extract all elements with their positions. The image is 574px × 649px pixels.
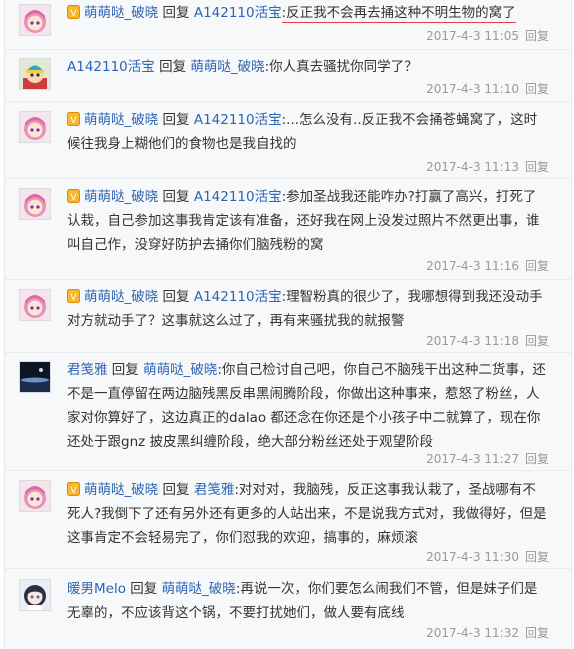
pink-hair-anime-girl-icon (20, 189, 50, 219)
list-item: 暖男Melo 回复 萌萌哒_破晓:再说一次，你们要怎么闹我们不管，但是妹子们是无… (5, 569, 571, 649)
username[interactable]: 萌萌哒_破晓 (84, 189, 158, 205)
username[interactable]: 萌萌哒_破晓 (84, 482, 158, 498)
reply-text: :你自己检讨自己吧，你自己不脑残干出这种二货事，还不是一直停留在两边脑残黑反串黑… (67, 362, 546, 450)
reply-button[interactable]: 回复 (525, 160, 549, 174)
svg-text:V: V (70, 293, 77, 303)
avatar[interactable] (19, 361, 51, 393)
reply-word: 回复 (162, 5, 190, 21)
reply-meta: 2017-4-3 11:13 回复 (426, 159, 549, 175)
reply-button[interactable]: 回复 (525, 334, 549, 348)
avatar[interactable] (19, 4, 51, 36)
reply-word: 回复 (159, 59, 187, 75)
svg-text:V: V (70, 116, 77, 126)
reply-target[interactable]: A142110活宝 (194, 189, 282, 205)
avatar[interactable] (19, 289, 51, 321)
reply-button[interactable]: 回复 (525, 452, 549, 466)
pink-hair-anime-girl-icon (20, 112, 50, 142)
pink-hair-anime-girl-icon (20, 5, 50, 35)
username[interactable]: 萌萌哒_破晓 (84, 5, 158, 21)
reply-meta: 2017-4-3 11:16 回复 (426, 258, 549, 274)
timestamp: 2017-4-3 11:13 (426, 160, 519, 174)
reply-meta: 2017-4-3 11:18 回复 (426, 333, 549, 349)
list-item: V 萌萌哒_破晓 回复 A142110活宝:反正我不会再去捅这种不明生物的窝了 2… (5, 0, 571, 50)
username[interactable]: 君笺雅 (67, 362, 108, 378)
timestamp: 2017-4-3 11:27 (426, 452, 519, 466)
avatar[interactable] (19, 480, 51, 512)
pink-hair-anime-girl-icon (20, 481, 50, 511)
reply-word: 回复 (162, 289, 190, 305)
vip-badge-icon: V (67, 289, 80, 303)
reply-meta: 2017-4-3 11:32 回复 (426, 625, 549, 641)
reply-word: 回复 (130, 581, 158, 597)
avatar[interactable] (19, 579, 51, 611)
reply-button[interactable]: 回复 (525, 29, 549, 43)
reply-thread: V 萌萌哒_破晓 回复 A142110活宝:反正我不会再去捅这种不明生物的窝了 2… (4, 0, 572, 649)
vip-badge-icon: V (67, 189, 80, 203)
reply-target[interactable]: 萌萌哒_破晓 (162, 581, 236, 597)
svg-text:V: V (70, 193, 77, 203)
timestamp: 2017-4-3 11:10 (426, 82, 519, 96)
reply-text: :你人真去骚扰你同学了？ (264, 59, 418, 75)
reply-word: 回复 (111, 362, 139, 378)
list-item: V 萌萌哒_破晓 回复 A142110活宝:...怎么没有..反正我不会捅苍蝇窝了… (5, 102, 571, 179)
list-item: V 萌萌哒_破晓 回复 A142110活宝:理智粉真的很少了，我哪想得到我还没动手… (5, 280, 571, 353)
username[interactable]: A142110活宝 (67, 59, 155, 75)
reply-target[interactable]: 萌萌哒_破晓 (143, 362, 217, 378)
avatar[interactable] (19, 188, 51, 220)
reply-word: 回复 (162, 112, 190, 128)
list-item: V 萌萌哒_破晓 回复 A142110活宝:参加圣战我还能咋办?打赢了高兴，打死了… (5, 179, 571, 280)
list-item: A142110活宝 回复 萌萌哒_破晓:你人真去骚扰你同学了？ 2017-4-3… (5, 50, 571, 102)
reply-word: 回复 (162, 482, 190, 498)
cartoon-boy-cartman-icon (20, 59, 50, 89)
reply-meta: 2017-4-3 11:27 回复 (426, 451, 549, 467)
reply-text: :反正我不会再去捅这种不明生物的窝了 (281, 5, 516, 23)
reply-meta: 2017-4-3 11:05 回复 (426, 28, 549, 44)
timestamp: 2017-4-3 11:16 (426, 259, 519, 273)
reply-meta: 2017-4-3 11:10 回复 (426, 81, 549, 97)
username[interactable]: 暖男Melo (67, 581, 126, 597)
dark-night-sky-icon (20, 362, 50, 392)
reply-target[interactable]: A142110活宝 (194, 112, 282, 128)
vip-badge-icon: V (67, 5, 80, 19)
reply-button[interactable]: 回复 (525, 259, 549, 273)
reply-target[interactable]: 萌萌哒_破晓 (190, 59, 264, 75)
reply-word: 回复 (162, 189, 190, 205)
list-item: 君笺雅 回复 萌萌哒_破晓:你自己检讨自己吧，你自己不脑残干出这种二货事，还不是… (5, 353, 571, 471)
timestamp: 2017-4-3 11:18 (426, 334, 519, 348)
reply-button[interactable]: 回复 (525, 82, 549, 96)
avatar[interactable] (19, 111, 51, 143)
anime-girl-dark-hair-icon (20, 580, 50, 610)
username[interactable]: 萌萌哒_破晓 (84, 289, 158, 305)
pink-hair-anime-girl-icon (20, 290, 50, 320)
reply-button[interactable]: 回复 (525, 626, 549, 640)
vip-badge-icon: V (67, 482, 80, 496)
timestamp: 2017-4-3 11:30 (426, 550, 519, 564)
svg-text:V: V (70, 486, 77, 496)
reply-target[interactable]: 君笺雅 (194, 482, 235, 498)
vip-badge-icon: V (67, 112, 80, 126)
reply-button[interactable]: 回复 (525, 550, 549, 564)
reply-meta: 2017-4-3 11:30 回复 (426, 549, 549, 565)
list-item: V 萌萌哒_破晓 回复 君笺雅:对对对，我脑残，反正这事我认栽了，圣战哪有不死人?… (5, 471, 571, 569)
avatar[interactable] (19, 58, 51, 90)
reply-target[interactable]: A142110活宝 (194, 5, 282, 21)
svg-text:V: V (70, 9, 77, 19)
username[interactable]: 萌萌哒_破晓 (84, 112, 158, 128)
timestamp: 2017-4-3 11:05 (426, 29, 519, 43)
timestamp: 2017-4-3 11:32 (426, 626, 519, 640)
reply-target[interactable]: A142110活宝 (194, 289, 282, 305)
